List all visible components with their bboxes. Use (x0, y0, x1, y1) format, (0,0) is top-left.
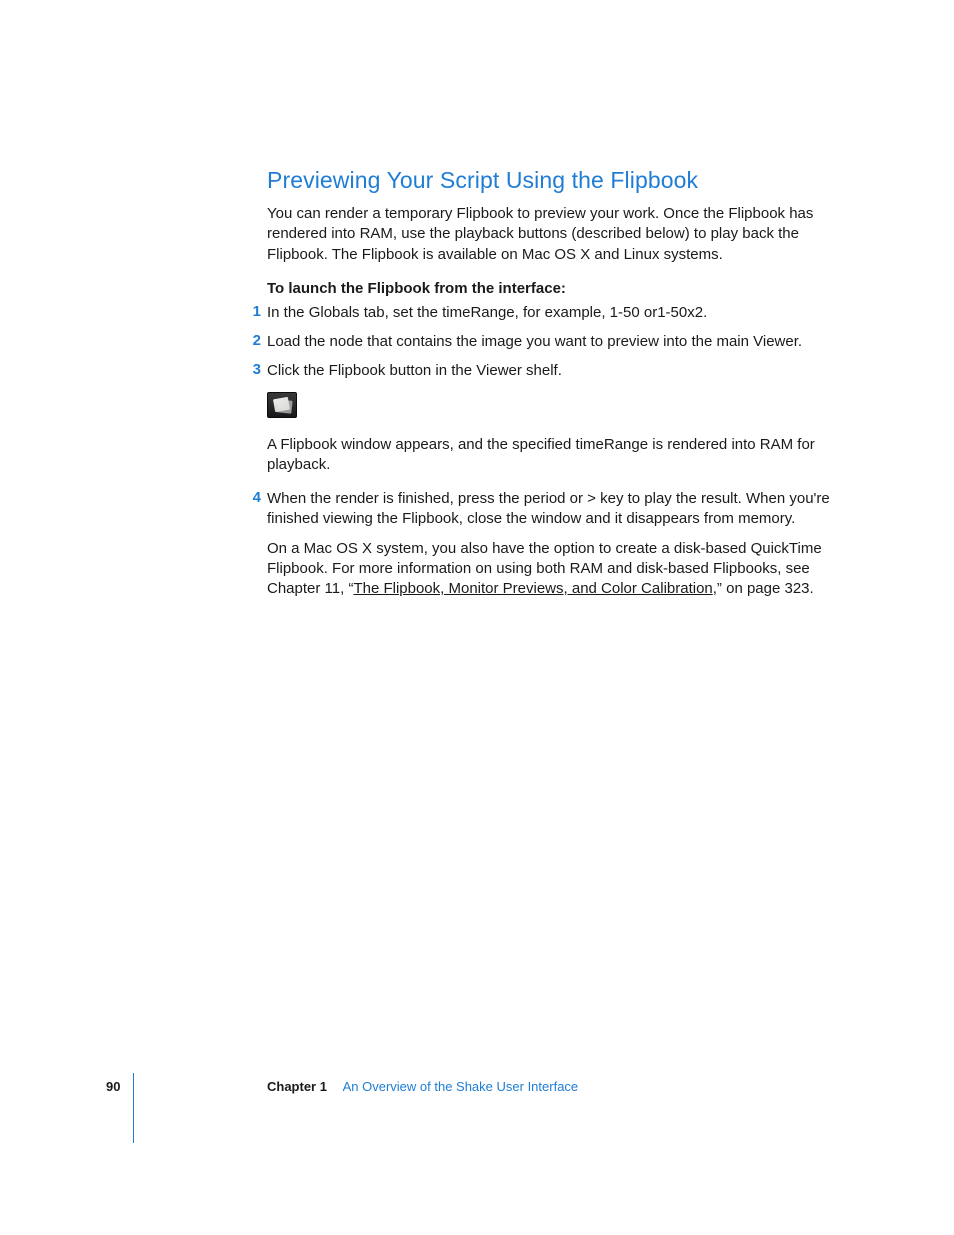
step-text: In the Globals tab, set the timeRange, f… (267, 303, 834, 323)
step-4: 4 When the render is finished, press the… (267, 489, 834, 530)
cross-reference-link[interactable]: The Flipbook, Monitor Previews, and Colo… (353, 580, 712, 597)
step-number: 4 (249, 489, 267, 530)
step-number: 1 (249, 303, 267, 323)
document-page: Previewing Your Script Using the Flipboo… (0, 0, 954, 1235)
chapter-footer: Chapter 1 An Overview of the Shake User … (267, 1079, 578, 1094)
icon-block (267, 392, 834, 423)
step-3: 3 Click the Flipbook button in the Viewe… (267, 361, 834, 381)
step-text: Load the node that contains the image yo… (267, 332, 834, 352)
step-number: 2 (249, 332, 267, 352)
step-continuation: A Flipbook window appears, and the speci… (267, 435, 834, 476)
intro-paragraph: You can render a temporary Flipbook to p… (267, 204, 834, 265)
page-number: 90 (106, 1079, 120, 1094)
step-2: 2 Load the node that contains the image … (267, 332, 834, 352)
chapter-title: An Overview of the Shake User Interface (343, 1079, 579, 1094)
section-heading: Previewing Your Script Using the Flipboo… (267, 167, 834, 194)
page-footer: 90 Chapter 1 An Overview of the Shake Us… (0, 1079, 954, 1149)
step-1: 1 In the Globals tab, set the timeRange,… (267, 303, 834, 323)
step-text: Click the Flipbook button in the Viewer … (267, 361, 834, 381)
footer-rule (133, 1073, 134, 1143)
mac-note-text-post: ,” on page 323. (713, 580, 814, 597)
mac-note-paragraph: On a Mac OS X system, you also have the … (267, 539, 834, 600)
step-number: 3 (249, 361, 267, 381)
step-text: When the render is finished, press the p… (267, 489, 834, 530)
chapter-label: Chapter 1 (267, 1079, 327, 1094)
flipbook-icon (267, 392, 297, 418)
procedure-intro: To launch the Flipbook from the interfac… (267, 280, 834, 297)
